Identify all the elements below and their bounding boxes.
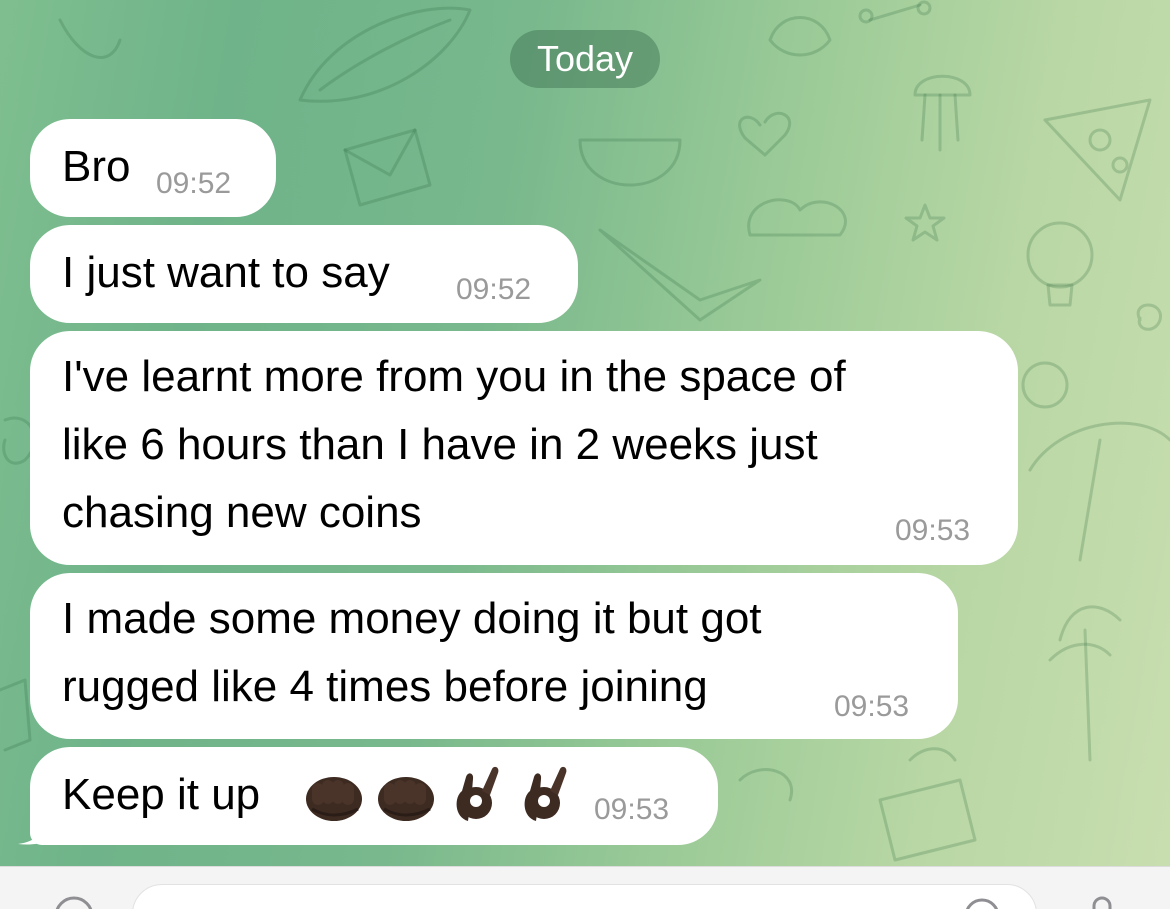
date-separator: Today [510, 30, 660, 88]
ok-hand-emoji [524, 766, 567, 821]
message-text-line: rugged like 4 times before joining [62, 662, 708, 711]
message-bubble[interactable]: I just want to say 09:52 [30, 225, 578, 323]
message-text: Keep it up [62, 770, 261, 819]
message-input[interactable] [132, 884, 1037, 909]
message-bubble[interactable]: Keep it up 09:53 [30, 747, 718, 845]
message-text-line: like 6 hours than I have in 2 weeks just [62, 420, 818, 469]
message-timestamp: 09:52 [156, 167, 232, 200]
message-text-line: I've learnt more from you in the space o… [62, 352, 846, 401]
oncoming-fist-emoji [306, 777, 362, 821]
message-text-line: chasing new coins [62, 488, 422, 537]
message-bubble[interactable]: I made some money doing it but got rugge… [30, 573, 958, 739]
oncoming-fist-emoji [378, 777, 434, 821]
message-text: Bro [62, 142, 131, 191]
attach-icon[interactable] [52, 894, 96, 909]
microphone-icon[interactable] [1080, 894, 1124, 909]
message-timestamp: 09:53 [834, 690, 910, 723]
ok-hand-emoji [456, 766, 499, 821]
message-text: I just want to say [62, 248, 390, 297]
sticker-icon[interactable] [960, 894, 1004, 909]
message-text-line: I made some money doing it but got [62, 594, 762, 643]
message-bubble[interactable]: Bro 09:52 [30, 119, 276, 217]
message-timestamp: 09:53 [594, 793, 670, 826]
message-bubble[interactable]: I've learnt more from you in the space o… [30, 331, 1018, 565]
message-timestamp: 09:52 [456, 273, 532, 306]
message-timestamp: 09:53 [895, 514, 971, 547]
